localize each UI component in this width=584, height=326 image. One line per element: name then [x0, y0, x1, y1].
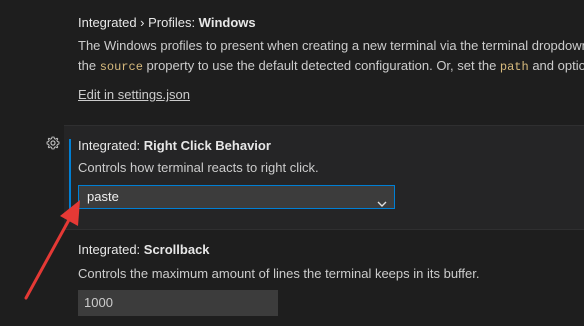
code-source: source [99, 60, 143, 74]
setting-title: Integrated › Profiles: Windows [78, 14, 584, 32]
right-click-behavior-select[interactable]: paste [78, 185, 395, 209]
gear-icon[interactable] [46, 136, 60, 150]
desc-text: and optio [528, 58, 584, 73]
setting-category: Integrated: [78, 242, 144, 257]
setting-name: Scrollback [143, 242, 210, 257]
desc-text: property to use the default detected con… [142, 58, 500, 73]
setting-right-click-behavior: Integrated: Right Click Behavior Control… [78, 137, 584, 178]
code-path: path [499, 60, 529, 74]
setting-title: Integrated: Right Click Behavior [78, 137, 584, 155]
setting-category: Integrated: [78, 138, 144, 153]
setting-description-line: the source property to use the default d… [78, 56, 584, 77]
setting-name: Windows [198, 15, 256, 30]
scrollback-input[interactable]: 1000 [78, 290, 278, 316]
setting-category: Integrated › Profiles: [78, 15, 199, 30]
edit-in-settings-json-link[interactable]: Edit in settings.json [78, 87, 190, 102]
setting-profiles-windows: Integrated › Profiles: Windows The Windo… [78, 14, 584, 102]
select-value: paste [87, 189, 119, 204]
desc-text: the [78, 58, 100, 73]
gear-icon-svg [46, 136, 60, 150]
setting-scrollback: Integrated: Scrollback Controls the maxi… [78, 241, 584, 284]
setting-description: Controls how terminal reacts to right cl… [78, 160, 319, 175]
setting-title: Integrated: Scrollback [78, 241, 584, 259]
setting-description-line: The Windows profiles to present when cre… [78, 38, 584, 53]
setting-description: Controls the maximum amount of lines the… [78, 266, 480, 281]
chevron-down-icon [377, 193, 387, 207]
setting-name: Right Click Behavior [143, 138, 271, 153]
focus-indicator [69, 139, 71, 213]
